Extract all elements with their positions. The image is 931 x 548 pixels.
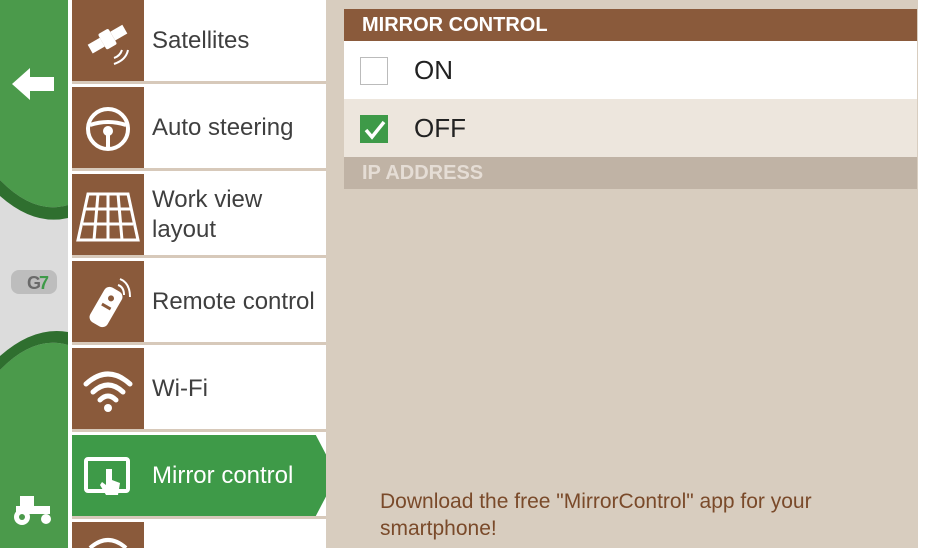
- remote-control-icon: [72, 261, 144, 342]
- steering-wheel-icon: [72, 87, 144, 168]
- menu-item-label: Satellites: [152, 26, 250, 54]
- mirror-control-header: MIRROR CONTROL: [344, 9, 917, 41]
- menu-item-work-view-layout[interactable]: Work view layout: [72, 174, 326, 258]
- checkbox-on[interactable]: [360, 57, 388, 85]
- column-separator: [326, 0, 344, 548]
- menu-item-wifi[interactable]: Wi-Fi: [72, 348, 326, 432]
- content-panel: MIRROR CONTROL ON OFF IP ADDRESS Downloa…: [344, 0, 931, 548]
- checkbox-off[interactable]: [360, 115, 388, 143]
- menu-item-label: Work view layout: [152, 185, 263, 243]
- tractor-icon[interactable]: [10, 490, 58, 526]
- ip-address-header: IP ADDRESS: [344, 157, 917, 189]
- checkmark-icon: [364, 120, 386, 140]
- menu-item-label: Auto steering: [152, 113, 294, 141]
- option-on[interactable]: ON: [344, 41, 917, 99]
- back-arrow-icon[interactable]: [10, 64, 56, 104]
- menu-item-label: Mirror control: [152, 461, 294, 489]
- download-note: Download the free "MirrorControl" app fo…: [380, 490, 812, 540]
- option-off-label: OFF: [414, 113, 466, 143]
- menu-item-label: Remote control: [152, 287, 315, 315]
- left-rail: G 7: [0, 0, 68, 548]
- menu-item-satellites[interactable]: Satellites: [72, 0, 326, 84]
- partial-icon: [72, 522, 144, 548]
- option-on-label: ON: [414, 55, 453, 85]
- g7-logo-icon: G 7: [11, 270, 57, 294]
- satellite-icon: [72, 0, 144, 81]
- menu-item-partial[interactable]: [72, 522, 326, 548]
- wifi-icon: [72, 348, 144, 429]
- tablet-touch-icon: [72, 435, 144, 516]
- menu-item-remote-control[interactable]: Remote control: [72, 261, 326, 345]
- svg-text:7: 7: [39, 273, 49, 293]
- option-off[interactable]: OFF: [344, 99, 917, 157]
- settings-menu: Satellites Auto steering Work view layou…: [68, 0, 340, 548]
- menu-item-auto-steering[interactable]: Auto steering: [72, 87, 326, 171]
- right-edge: [918, 0, 931, 548]
- menu-item-mirror-control[interactable]: Mirror control: [72, 435, 337, 519]
- menu-item-label: Wi-Fi: [152, 374, 208, 402]
- grid-layout-icon: [72, 174, 144, 255]
